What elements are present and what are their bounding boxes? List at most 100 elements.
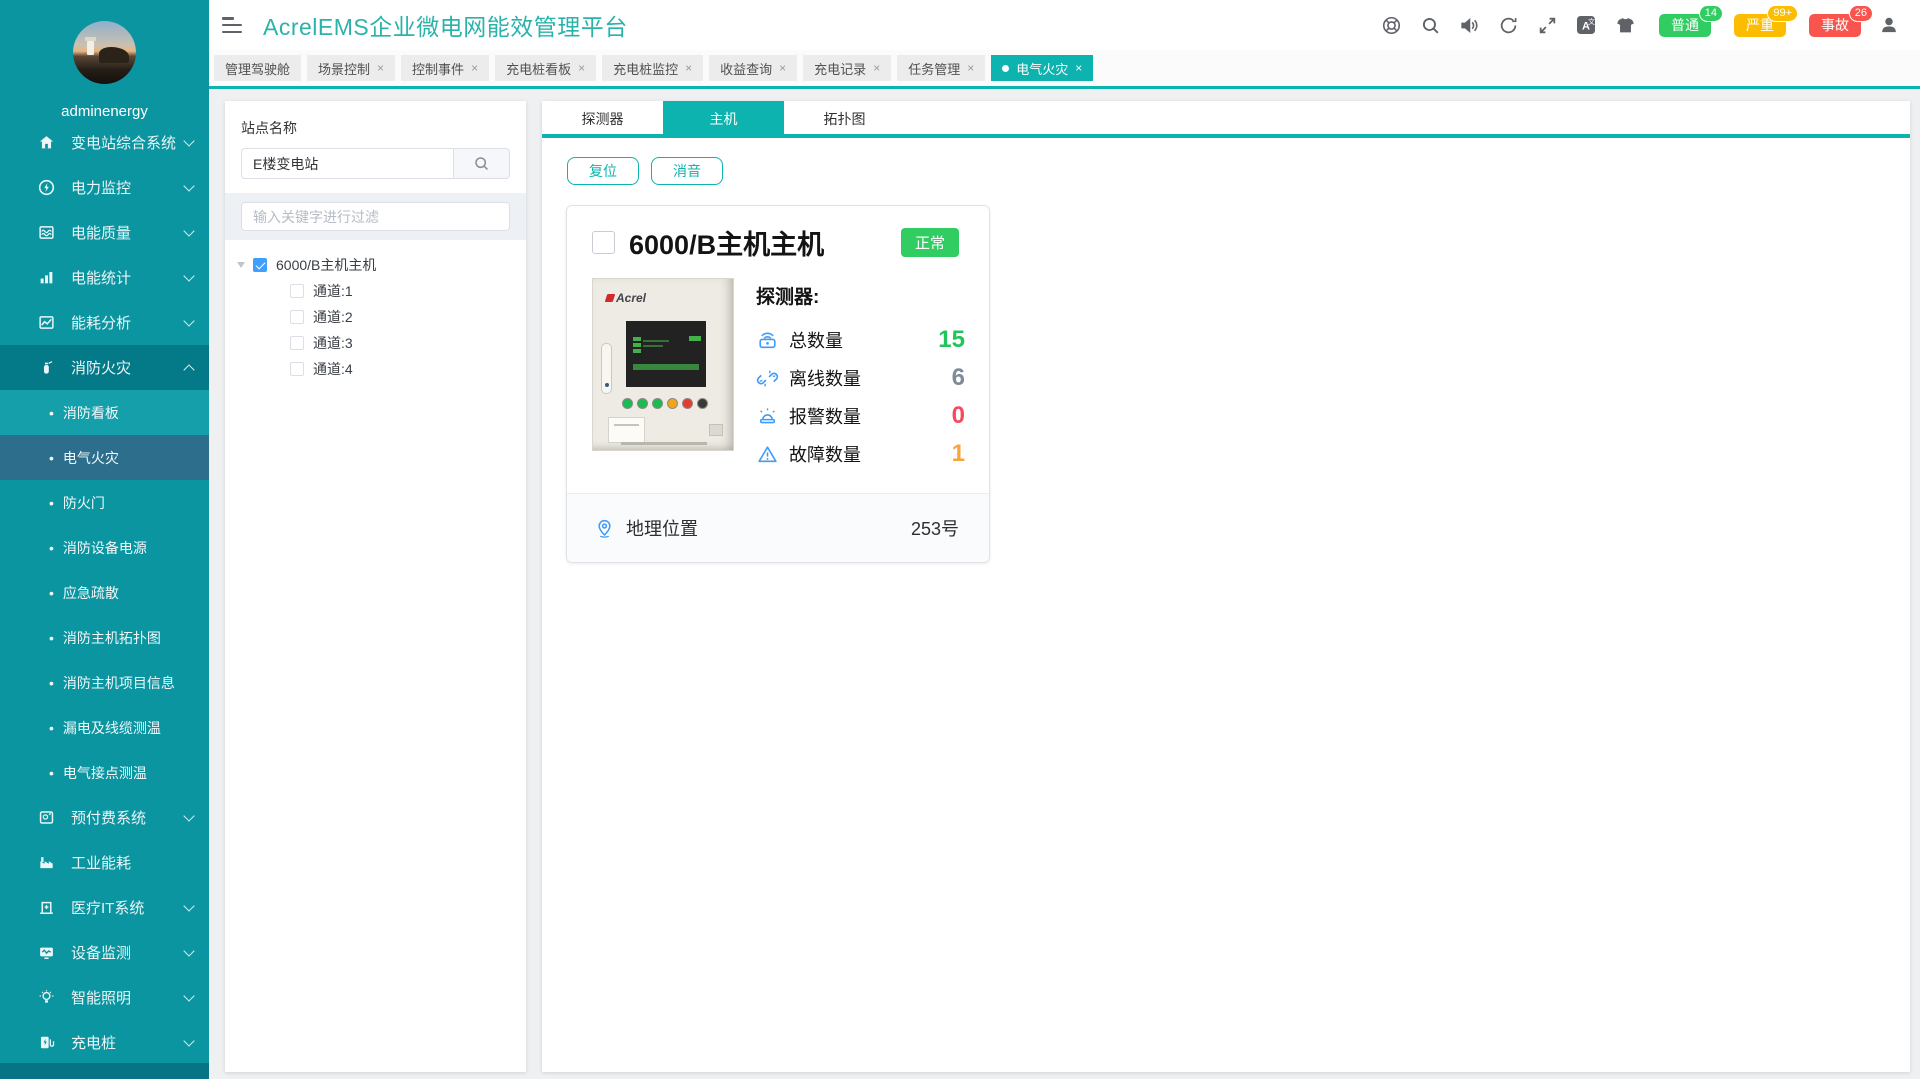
user-icon[interactable] <box>1878 14 1900 36</box>
tab-charging-records[interactable]: 充电记录 × <box>803 55 891 81</box>
sidebar-item-energy-analysis[interactable]: 能耗分析 <box>0 300 209 345</box>
chevron-down-icon <box>183 900 194 911</box>
sidebar-item-fire-dashboard[interactable]: 消防看板 <box>0 390 209 435</box>
site-search-input[interactable] <box>241 148 453 179</box>
tab-scene-control[interactable]: 场景控制× <box>307 55 395 81</box>
tab-task-management[interactable]: 任务管理× <box>897 55 985 81</box>
app-title: AcrelEMS企业微电网能效管理平台 <box>263 8 628 42</box>
close-tab-icon[interactable]: × <box>873 61 880 75</box>
tree-filter-input[interactable] <box>241 202 510 231</box>
sidebar-item-substation-system[interactable]: 变电站综合系统 <box>0 120 209 165</box>
tab-charging-board[interactable]: 充电桩看板× <box>495 55 596 81</box>
sound-icon[interactable] <box>1458 14 1480 36</box>
sidebar-item-leakage-cable-temp[interactable]: 漏电及线缆测温 <box>0 705 209 750</box>
sidebar-item-power-monitoring[interactable]: 电力监控 <box>0 165 209 210</box>
help-icon[interactable] <box>1380 14 1402 36</box>
checkbox-unchecked[interactable] <box>290 310 304 324</box>
device-screen <box>626 321 706 387</box>
close-tab-icon[interactable]: × <box>779 61 786 75</box>
device-label-tag <box>709 424 723 436</box>
sidebar-item-label: 消防火灾 <box>71 357 185 378</box>
tab-revenue-query[interactable]: 收益查询× <box>709 55 797 81</box>
metric-value: 1 <box>952 440 965 468</box>
sidebar-item-fire-safety[interactable]: 消防火灾 <box>0 345 209 390</box>
sidebar-item-prepaid-system[interactable]: 预付费系统 <box>0 795 209 840</box>
checkbox-unchecked[interactable] <box>290 284 304 298</box>
sidebar-item-charging-pile[interactable]: 充电桩 <box>0 1020 209 1065</box>
chevron-down-icon <box>183 990 194 1001</box>
close-tab-icon[interactable]: × <box>578 61 585 75</box>
theme-icon[interactable] <box>1614 14 1636 36</box>
checkbox-unchecked[interactable] <box>290 336 304 350</box>
tab-charging-monitor[interactable]: 充电桩监控× <box>602 55 703 81</box>
chevron-down-icon <box>183 270 194 281</box>
sidebar-item-smart-lighting[interactable]: 智能照明 <box>0 975 209 1020</box>
tree-node-channel[interactable]: 通道:4 <box>237 356 526 382</box>
sidebar-item-fire-host-topology[interactable]: 消防主机拓扑图 <box>0 615 209 660</box>
checkbox-unchecked[interactable] <box>290 362 304 376</box>
avatar[interactable] <box>73 21 136 84</box>
sidebar-item-label: 充电桩 <box>71 1032 185 1053</box>
tab-host[interactable]: 主机 <box>663 101 784 134</box>
sidebar-item-label: 预付费系统 <box>71 807 185 828</box>
sidebar-item-device-monitoring[interactable]: 设备监测 <box>0 930 209 975</box>
chevron-down-icon <box>183 315 194 326</box>
device-printer <box>608 417 645 443</box>
sidebar-item-label: 工业能耗 <box>71 852 193 873</box>
mute-button[interactable]: 消音 <box>651 157 723 185</box>
tab-detectors[interactable]: 探测器 <box>542 101 663 134</box>
sidebar-item-label: 能耗分析 <box>71 312 185 333</box>
fire-safety-icon <box>38 359 56 377</box>
close-tab-icon[interactable]: × <box>967 61 974 75</box>
alarm-badge-accident[interactable]: 事故 26 <box>1809 14 1861 37</box>
host-card[interactable]: 6000/B主机主机 正常 Acrel <box>566 205 990 563</box>
tree-node-channel[interactable]: 通道:3 <box>237 330 526 356</box>
caret-down-icon[interactable] <box>237 262 245 268</box>
energy-analysis-icon <box>38 314 56 332</box>
sidebar-item-label: 设备监测 <box>71 942 185 963</box>
site-search-button[interactable] <box>453 148 510 179</box>
sidebar-item-fire-equipment-power[interactable]: 消防设备电源 <box>0 525 209 570</box>
close-tab-icon[interactable]: × <box>377 61 384 75</box>
alarm-badge-normal[interactable]: 普通 14 <box>1659 14 1711 37</box>
substation-icon <box>38 134 56 152</box>
sidebar-item-electrical-fire[interactable]: 电气火灾 <box>0 435 209 480</box>
close-tab-icon[interactable]: × <box>471 61 478 75</box>
sidebar-item-power-quality[interactable]: 电能质量 <box>0 210 209 255</box>
fullscreen-icon[interactable] <box>1536 14 1558 36</box>
translate-icon[interactable]: A文 <box>1575 14 1597 36</box>
alarm-badge-serious[interactable]: 严重 99+ <box>1734 14 1786 37</box>
sidebar-item-industrial-energy[interactable]: 工业能耗 <box>0 840 209 885</box>
host-checkbox[interactable] <box>592 231 615 254</box>
close-tab-icon[interactable]: × <box>685 61 692 75</box>
sidebar-item-emergency-evacuation[interactable]: 应急疏散 <box>0 570 209 615</box>
sidebar-item-medical-it[interactable]: 医疗IT系统 <box>0 885 209 930</box>
sidebar-item-fire-host-project-info[interactable]: 消防主机项目信息 <box>0 660 209 705</box>
metric-alarm: 报警数量 0 <box>756 397 965 435</box>
tab-electrical-fire[interactable]: 电气火灾× <box>991 55 1093 81</box>
metric-value: 6 <box>952 364 965 392</box>
refresh-icon[interactable] <box>1497 14 1519 36</box>
tab-control-events[interactable]: 控制事件× <box>401 55 489 81</box>
tab-dashboard[interactable]: 管理驾驶舱 <box>214 55 301 81</box>
device-footer-text <box>621 442 707 445</box>
tree-node-channel[interactable]: 通道:2 <box>237 304 526 330</box>
sidebar-item-energy-statistics[interactable]: 电能统计 <box>0 255 209 300</box>
tree-node-host[interactable]: 6000/B主机主机 <box>237 252 526 278</box>
avatar-photo-detail <box>99 47 129 63</box>
offline-icon <box>756 367 779 390</box>
tab-label: 充电记录 <box>814 59 866 78</box>
charging-icon <box>38 1034 56 1052</box>
close-tab-icon[interactable]: × <box>1075 61 1082 75</box>
alarm-badge-count: 99+ <box>1767 5 1798 22</box>
sidebar-item-electrical-contact-temp[interactable]: 电气接点测温 <box>0 750 209 795</box>
alarm-icon <box>756 405 779 428</box>
checkbox-checked[interactable] <box>253 258 267 272</box>
tab-topology[interactable]: 拓扑图 <box>784 101 905 134</box>
search-icon[interactable] <box>1419 14 1441 36</box>
tree-node-channel[interactable]: 通道:1 <box>237 278 526 304</box>
reset-button[interactable]: 复位 <box>567 157 639 185</box>
sidebar-item-fire-door[interactable]: 防火门 <box>0 480 209 525</box>
menu-toggle-icon[interactable] <box>222 17 242 33</box>
tree-node-label: 通道:2 <box>313 307 353 327</box>
